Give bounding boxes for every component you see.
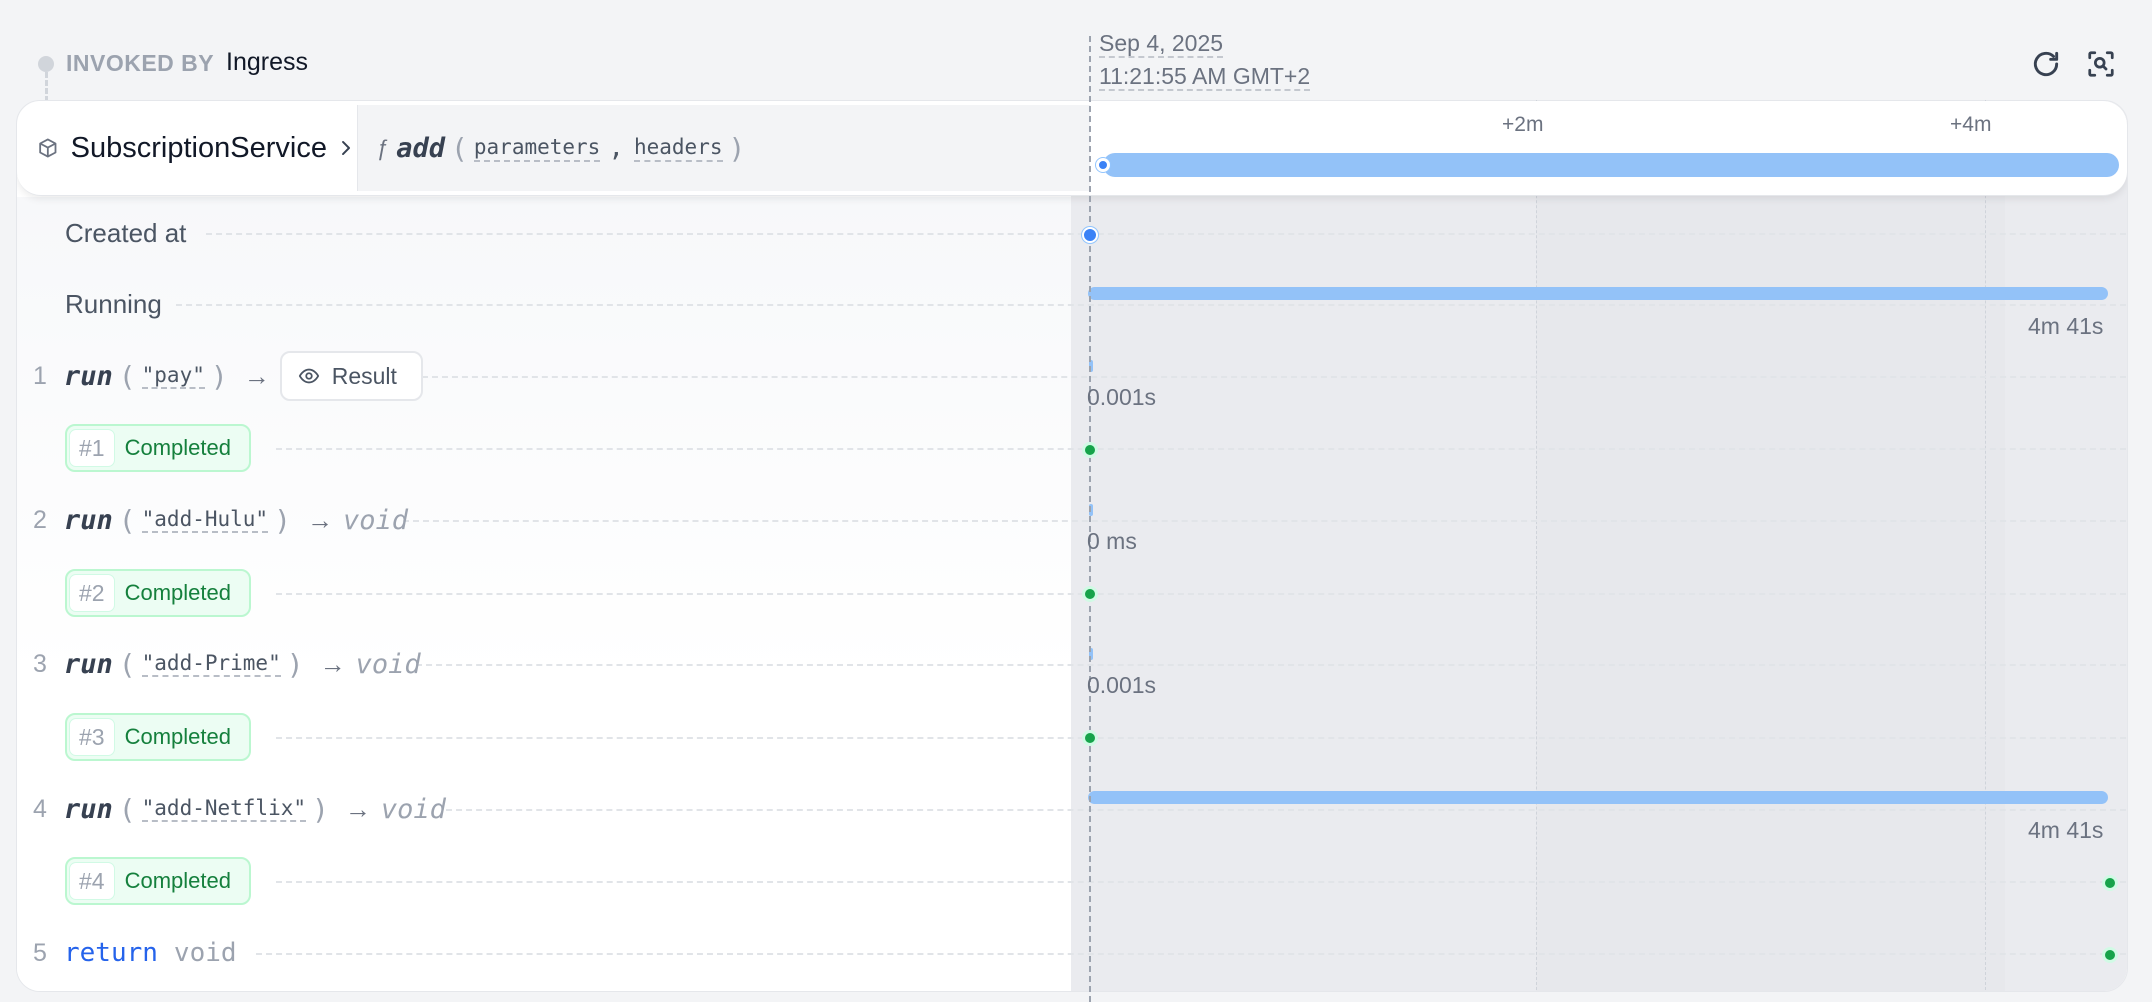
run-keyword: run [64,648,113,680]
service-name: SubscriptionService [70,131,327,164]
run-name[interactable]: "add-Hulu" [141,507,269,533]
running-label: Running [65,288,162,319]
created-at-label: Created at [65,217,187,248]
function-icon: ƒ [376,135,389,160]
param-headers[interactable]: headers [633,135,723,162]
invoked-by-label: INVOKED BY [66,50,215,76]
attempt-completed-marker [1082,442,1098,458]
chevron-right-icon [341,141,350,155]
run-name[interactable]: "add-Prime" [141,651,281,677]
running-duration: 4m 41s [2028,313,2104,339]
run-keyword: run [64,793,113,825]
created-at-row: Created at [16,197,2126,269]
attempt-status-badge[interactable]: #1 Completed [65,424,251,472]
handler-name: add [396,132,446,164]
returns-arrow: → [344,793,371,824]
refresh-button[interactable] [2026,44,2066,84]
attempt-status: Completed [124,580,231,605]
run-keyword: run [64,504,113,536]
running-row: Running [16,268,2126,340]
attempt-row: #2 Completed [16,557,2126,629]
invoked-by-dot [38,56,54,72]
run-duration-bar[interactable] [1088,791,2108,804]
handler-signature: ƒ add ( parameters , headers ) [357,105,1090,191]
journal-entry-row: 1 run ( "pay" ) → Result [16,340,2126,412]
tick-label-4m: +4m [1950,113,1992,136]
returns-arrow: → [306,504,333,535]
attempt-number: #3 [69,718,115,756]
return-type: void [342,504,408,536]
attempt-status-badge[interactable]: #2 Completed [65,569,251,617]
attempt-completed-marker [1082,586,1098,602]
entry-index: 2 [33,505,47,534]
attempt-completed-marker [2102,875,2118,891]
return-value: void [173,938,237,968]
attempt-status: Completed [124,868,231,893]
attempt-status: Completed [124,435,231,460]
open-paren: ( [451,131,468,165]
run-duration: 0 ms [1087,528,1137,554]
service-link[interactable]: SubscriptionService [17,101,355,195]
return-row: 5 return void [16,917,2126,989]
result-button[interactable]: Result [279,351,423,401]
run-keyword: run [64,360,113,392]
running-duration-bar[interactable] [1088,287,2108,300]
param-parameters[interactable]: parameters [473,135,601,162]
attempt-row: #1 Completed [16,412,2126,484]
param-separator: , [608,133,624,163]
run-duration: 0.001s [1087,672,1157,698]
entry-index: 1 [33,361,47,390]
return-completed-marker [2102,947,2118,963]
return-type: void [380,793,446,825]
invocation-duration-bar[interactable] [1103,153,2119,177]
result-button-label: Result [331,362,397,389]
entry-index: 5 [33,938,47,967]
eye-icon [298,368,319,384]
attempt-number: #2 [69,574,115,612]
return-keyword: return [64,938,158,968]
returns-arrow: → [319,648,346,679]
return-type: void [355,648,421,680]
attempt-number: #1 [69,429,115,467]
journal-entry-row: 3 run ( "add-Prime" ) → void [16,628,2126,700]
start-time-marker-line [1089,36,1091,1002]
close-paren: ) [728,131,746,165]
refresh-icon [2033,51,2059,77]
tick-label-2m: +2m [1502,113,1544,136]
timeline-header: +2m +4m [1089,101,2127,195]
invocation-start-marker [1096,158,1110,172]
run-name[interactable]: "add-Netflix" [141,796,307,822]
attempt-status: Completed [124,724,231,749]
returns-arrow: → [243,360,270,391]
zoom-search-icon [2088,51,2114,77]
journal-entry-row: 4 run ( "add-Netflix" ) → void [16,773,2126,845]
attempt-status-badge[interactable]: #3 Completed [65,713,251,761]
service-box-icon [39,138,57,158]
run-duration: 4m 41s [2028,817,2104,843]
service-header: SubscriptionService ƒ add ( parameters ,… [17,101,2127,196]
run-name[interactable]: "pay" [141,363,205,389]
attempt-row: #3 Completed [16,701,2126,773]
entry-index: 4 [33,794,47,823]
attempt-completed-marker [1082,730,1098,746]
start-time: 11:21:55 AM GMT+2 [1099,63,1311,91]
invoked-by-value: Ingress [226,48,308,76]
invoked-by-connector [45,72,48,102]
attempt-row: #4 Completed [16,845,2126,917]
attempt-status-badge[interactable]: #4 Completed [65,857,251,905]
start-date: Sep 4, 2025 [1099,30,1224,58]
journal-entry-row: 2 run ( "add-Hulu" ) → void [16,484,2126,556]
zoom-search-button[interactable] [2081,44,2121,84]
created-at-marker [1082,227,1098,243]
run-duration: 0.001s [1087,384,1157,410]
entry-index: 3 [33,649,47,678]
attempt-number: #4 [69,862,115,900]
